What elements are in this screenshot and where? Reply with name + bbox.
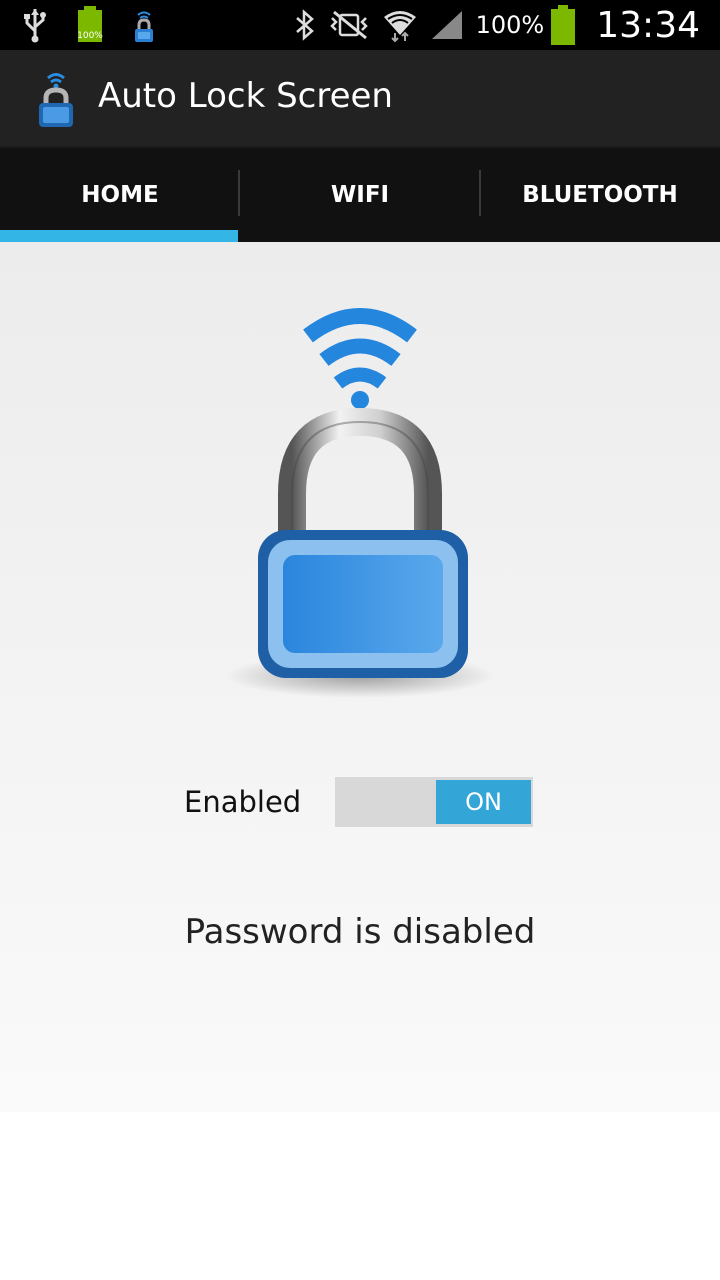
wifi-lock-icon	[220, 304, 500, 704]
enabled-label: Enabled	[184, 785, 302, 819]
enabled-row: Enabled ON	[0, 777, 720, 827]
vibrate-mute-icon	[328, 10, 370, 40]
status-bar: 100% 100% 13:34	[0, 0, 720, 50]
usb-icon	[22, 7, 48, 43]
enabled-switch[interactable]: ON	[335, 777, 533, 827]
tab-wifi[interactable]: WIFI	[240, 148, 480, 242]
bluetooth-icon	[294, 9, 316, 41]
switch-thumb: ON	[436, 780, 531, 824]
battery-notification-icon: 100%	[76, 6, 104, 44]
battery-percent: 100%	[475, 11, 545, 39]
system-icons: 100% 13:34	[294, 0, 700, 50]
clock: 13:34	[596, 4, 700, 46]
app-lock-icon[interactable]	[34, 68, 78, 128]
tab-home[interactable]: HOME	[0, 148, 240, 242]
password-status: Password is disabled	[184, 912, 536, 952]
home-content: Enabled ON Password is disabled	[0, 242, 720, 1112]
app-title: Auto Lock Screen	[98, 76, 393, 116]
tab-bluetooth[interactable]: BLUETOOTH	[480, 148, 720, 242]
battery-notification-label: 100%	[77, 31, 103, 41]
tab-bar: HOME WIFI BLUETOOTH	[0, 148, 720, 242]
battery-icon	[550, 5, 576, 45]
wifi-signal-icon	[382, 7, 418, 43]
cell-signal-icon	[430, 9, 464, 41]
app-lock-notification-icon	[132, 7, 156, 43]
selected-tab-indicator	[0, 230, 238, 242]
action-bar: Auto Lock Screen	[0, 50, 720, 148]
notification-icons: 100%	[22, 6, 156, 44]
